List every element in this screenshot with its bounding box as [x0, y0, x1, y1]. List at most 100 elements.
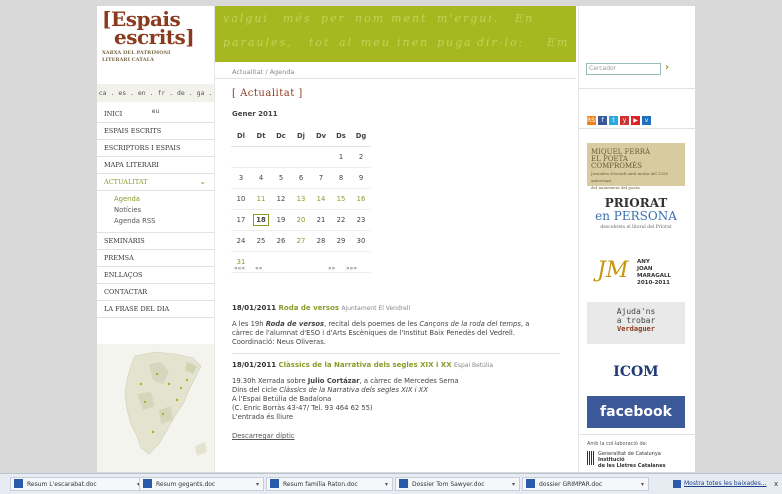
download-item[interactable]: Resum gegants.doc ▾ — [139, 477, 264, 491]
banner-word: meu — [361, 36, 392, 49]
nav-item-inici[interactable]: INICI — [97, 106, 214, 123]
calendar-day: 29 — [331, 230, 351, 252]
calendar-day: 21 — [311, 209, 331, 231]
promo-facebook[interactable]: facebook — [587, 396, 685, 428]
twitter-icon[interactable]: t — [609, 116, 618, 125]
right-column: Cercador › RSS f t y ▶ v MIQUEL FERRÀ EL POET… — [578, 6, 696, 472]
word-doc-icon — [526, 479, 535, 488]
subnav-item-agenda-rss[interactable]: Agenda RSS — [97, 216, 214, 227]
event-title-link[interactable]: Clàssics de la Narrativa dels segles XIX… — [279, 361, 452, 369]
calendar-day: 1 — [331, 146, 351, 168]
chevron-down-icon[interactable]: ▾ — [256, 478, 259, 490]
calendar-day[interactable]: 20 — [291, 209, 311, 231]
event-item: 18/01/2011 Clàssics de la Narrativa dels… — [232, 361, 560, 446]
facebook-icon[interactable]: f — [598, 116, 607, 125]
gencat-bars-icon — [587, 451, 595, 465]
promo-priorat-en-persona[interactable]: PRIORAT en PERSONA descobreix el litoral… — [587, 197, 685, 241]
vimeo-icon[interactable]: v — [642, 116, 651, 125]
chevron-down-icon[interactable]: ▾ — [512, 478, 515, 490]
collaboration-label: Amb la col·laboració de: — [587, 441, 648, 447]
calendar-last-button[interactable]: »»» — [346, 265, 357, 272]
calendar-day[interactable]: 16 — [351, 188, 371, 210]
calendar-day[interactable]: 13 — [291, 188, 311, 210]
youtube-icon[interactable]: y — [620, 116, 629, 125]
divider — [579, 434, 696, 435]
banner-word: m'ergui. — [437, 12, 500, 25]
page-title: [ Actualitat ] — [232, 88, 303, 99]
calendar-weekday: Dg — [351, 126, 371, 147]
search-go-button[interactable]: › — [665, 62, 669, 73]
event-text-em: Clàssics de la Narrativa dels segles XIX… — [279, 386, 428, 394]
nav-item-actualitat[interactable]: ACTUALITAT ⌄ — [97, 174, 214, 191]
event-text-em: Roda de versos — [265, 320, 325, 328]
calendar-day: 12 — [271, 188, 291, 210]
promo-text: a trobar — [616, 316, 656, 325]
calendar-day[interactable]: 27 — [291, 230, 311, 252]
gencat-logo[interactable]: Generalitat de Catalunya Institució de les… — [587, 451, 666, 469]
nav-item-enllacos[interactable]: ENLLAÇOS — [97, 267, 214, 284]
event-text: , a — [520, 320, 530, 328]
video-icon[interactable]: ▶ — [631, 116, 640, 125]
calendar-prev-button[interactable]: «« — [255, 265, 262, 272]
calendar-next-button[interactable]: »» — [328, 265, 335, 272]
social-icons: RSS f t y ▶ v — [587, 107, 653, 126]
chevron-down-icon[interactable]: ▾ — [385, 478, 388, 490]
chevron-down-icon[interactable]: ▾ — [641, 478, 644, 490]
nav-item-actualitat-label: ACTUALITAT — [104, 178, 148, 186]
promo-any-maragall[interactable]: JM ANY JOAN MARAGALL 2010-2011 — [587, 252, 685, 295]
event-place: Ajuntament El Vendrell — [341, 305, 411, 312]
actualitat-submenu: Agenda Notícies Agenda RSS — [97, 191, 214, 233]
nav-item-escriptors[interactable]: ESCRIPTORS I ESPAIS — [97, 140, 214, 157]
search-input[interactable]: Cercador — [586, 63, 661, 75]
nav-item-espais-escrits[interactable]: ESPAIS ESCRITS — [97, 123, 214, 140]
calendar-first-button[interactable]: ««« — [234, 265, 245, 272]
calendar-weekday: Dl — [231, 126, 251, 147]
chevron-down-icon: ⌄ — [199, 177, 206, 186]
catalonia-map[interactable] — [97, 344, 214, 472]
promo-miquel-ferra[interactable]: MIQUEL FERRÀ EL POETA COMPROMÈS Jornades… — [587, 143, 685, 190]
nav-item-frase-del-dia[interactable]: LA FRASE DEL DIA — [97, 301, 214, 318]
download-item[interactable]: Resum L'escarabat.doc▾ — [10, 477, 145, 491]
download-item[interactable]: Dossier Tom Sawyer.doc ▾ — [395, 477, 520, 491]
calendar-day: 5 — [271, 167, 291, 189]
calendar-day: 24 — [231, 230, 251, 252]
promo-text: MARAGALL — [637, 273, 672, 279]
nav-item-premsa[interactable]: PREMSA — [97, 250, 214, 267]
divider — [579, 88, 696, 89]
close-icon[interactable]: x — [774, 477, 778, 491]
calendar-day[interactable]: 11 — [251, 188, 271, 210]
promo-icom[interactable]: ICOM — [587, 355, 685, 390]
download-filename: dossier GRIMPAR.doc — [539, 481, 603, 488]
breadcrumb[interactable]: Actualitat / Agenda — [232, 68, 294, 76]
download-bar: Resum L'escarabat.doc▾ Resum gegants.doc… — [0, 473, 782, 494]
promo-trobar-verdaguer[interactable]: Ajuda'ns a trobar Verdaguer — [587, 302, 685, 344]
rss-icon[interactable]: RSS — [587, 116, 599, 125]
events-list: 18/01/2011 Roda de versos Ajuntament El … — [232, 304, 560, 453]
event-text-em: Cançons de la roda del temps — [419, 320, 521, 328]
subnav-item-noticies[interactable]: Notícies — [97, 205, 214, 216]
calendar-day[interactable]: 15 — [331, 188, 351, 210]
nav-item-mapa-literari[interactable]: MAPA LITERARI — [97, 157, 214, 174]
download-diptic-link[interactable]: Descarregar díptic — [232, 432, 560, 440]
left-column: [Espais escrits] XARXA DEL PATRIMONI LITER… — [97, 6, 215, 472]
subnav-item-agenda[interactable]: Agenda — [97, 194, 214, 205]
promo-text: EL POETA COMPROMÈS — [591, 155, 643, 170]
calendar-day: 28 — [311, 230, 331, 252]
download-item[interactable]: dossier GRIMPAR.doc ▾ — [522, 477, 649, 491]
calendar-day — [251, 146, 271, 168]
language-selector[interactable]: ca . es . en . fr . de . ga . eu — [97, 84, 214, 115]
nav-item-contactar[interactable]: CONTACTAR — [97, 284, 214, 301]
calendar-day[interactable]: 14 — [311, 188, 331, 210]
calendar-day: 7 — [311, 167, 331, 189]
event-title-link[interactable]: Roda de versos — [279, 304, 339, 312]
site-logo[interactable]: [Espais escrits] XARXA DEL PATRIMONI LITER… — [102, 9, 210, 80]
banner-word: paraules, — [223, 36, 293, 49]
download-filename: Resum gegants.doc — [156, 481, 216, 488]
show-all-downloads-link[interactable]: Mostra totes les baixades... — [673, 477, 767, 491]
download-item[interactable]: Resum família Raton.doc ▾ — [266, 477, 393, 491]
calendar-day: 4 — [251, 167, 271, 189]
calendar-day: 9 — [351, 167, 371, 189]
event-text: Dins del cicle — [232, 386, 280, 394]
nav-item-seminaris[interactable]: SEMINARIS — [97, 233, 214, 250]
banner-word: nom — [355, 12, 386, 25]
